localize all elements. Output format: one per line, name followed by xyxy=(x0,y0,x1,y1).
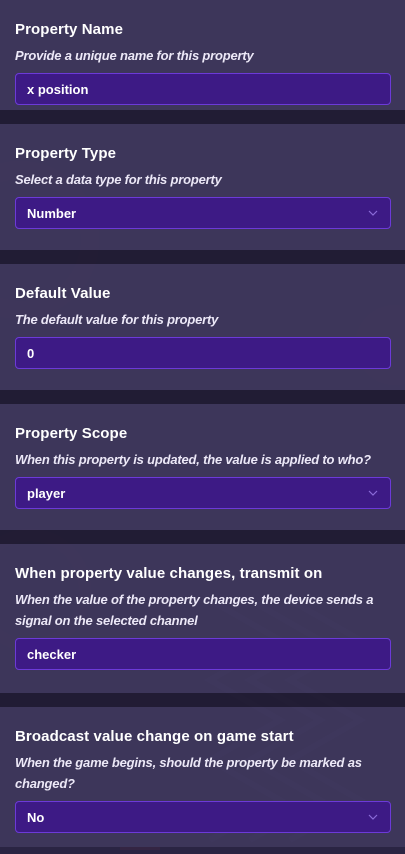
field-value: x position xyxy=(27,81,89,97)
section-divider xyxy=(0,530,405,544)
default-value-input[interactable]: 0 xyxy=(15,337,391,369)
section-divider xyxy=(0,250,405,264)
section-title: Default Value xyxy=(15,285,111,302)
section-title: Property Name xyxy=(15,21,124,38)
broadcast-on-start-dropdown[interactable]: No xyxy=(15,801,391,833)
section-title: Broadcast value change on game start xyxy=(15,728,294,745)
transmit-channel-input[interactable]: checker xyxy=(15,638,391,670)
section-divider xyxy=(0,110,405,124)
field-value: checker xyxy=(27,646,77,662)
section-divider xyxy=(0,390,405,404)
chevron-down-icon xyxy=(367,207,379,219)
field-value: player xyxy=(27,485,66,501)
property-scope-dropdown[interactable]: player xyxy=(15,477,391,509)
section-description: The default value for this property xyxy=(15,312,219,327)
field-value: 0 xyxy=(27,345,35,361)
property-name-section: Property Name Provide a unique name for … xyxy=(0,0,405,110)
section-description: Provide a unique name for this property xyxy=(15,48,254,63)
property-name-input[interactable]: x position xyxy=(15,73,391,105)
transmit-channel-section: When property value changes, transmit on… xyxy=(0,544,405,693)
chevron-down-icon xyxy=(367,487,379,499)
field-value: No xyxy=(27,809,45,825)
property-type-dropdown[interactable]: Number xyxy=(15,197,391,229)
section-description: When the value of the property changes, … xyxy=(15,592,374,628)
property-type-section: Property Type Select a data type for thi… xyxy=(0,124,405,250)
broadcast-on-start-section: Broadcast value change on game start Whe… xyxy=(0,707,405,847)
property-settings-panel: Property Name Provide a unique name for … xyxy=(0,0,405,847)
section-title: Property Type xyxy=(15,145,117,162)
section-description: When this property is updated, the value… xyxy=(15,452,371,467)
section-title: When property value changes, transmit on xyxy=(15,565,323,582)
section-title: Property Scope xyxy=(15,425,128,442)
chevron-down-icon xyxy=(367,811,379,823)
property-scope-section: Property Scope When this property is upd… xyxy=(0,404,405,530)
field-value: Number xyxy=(27,205,77,221)
section-description: Select a data type for this property xyxy=(15,172,222,187)
default-value-section: Default Value The default value for this… xyxy=(0,264,405,390)
section-description: When the game begins, should the propert… xyxy=(15,755,362,791)
section-divider xyxy=(0,693,405,707)
